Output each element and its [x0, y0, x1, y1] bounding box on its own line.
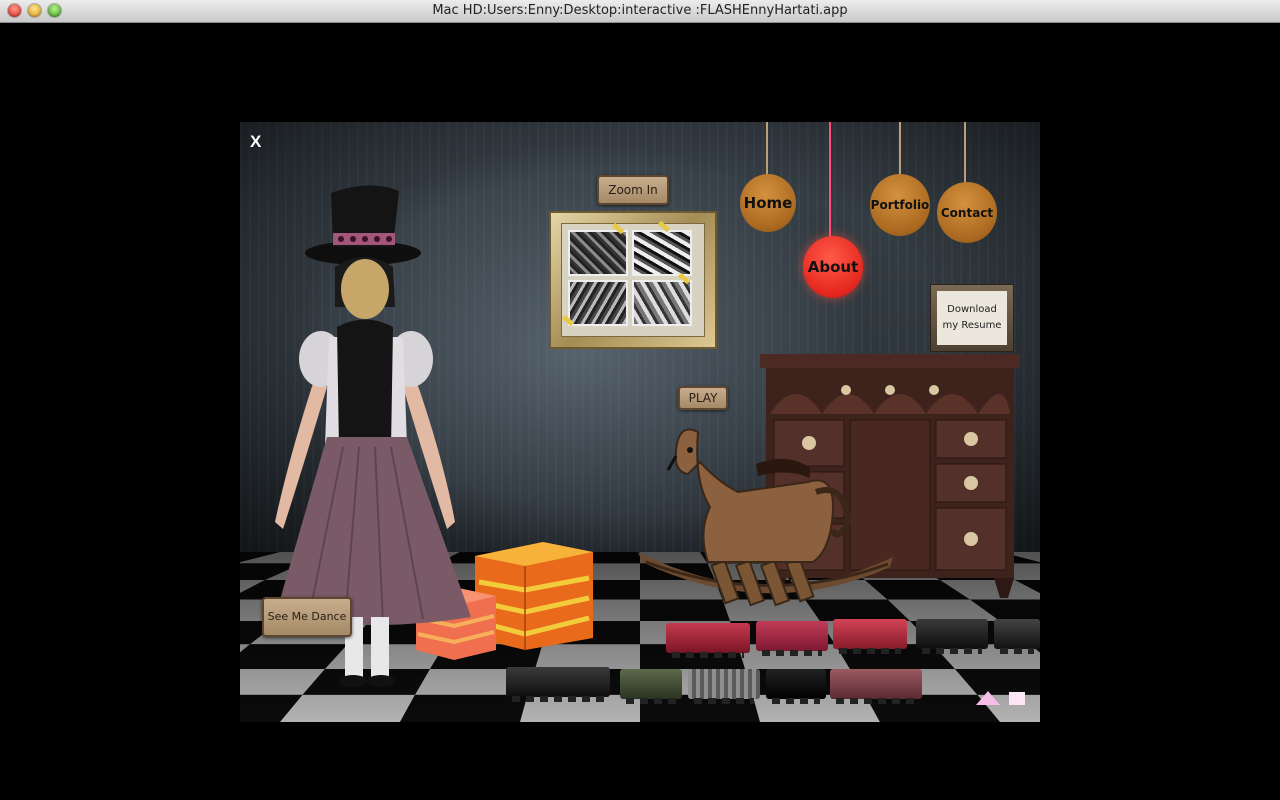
window-title: Mac HD:Users:Enny:Desktop:interactive :F… [432, 3, 848, 18]
nav-portfolio-ball[interactable]: Portfolio [870, 174, 930, 236]
nav-home-ball[interactable]: Home [740, 174, 796, 232]
photo [632, 230, 692, 276]
window-title-bar: Mac HD:Users:Enny:Desktop:interactive :F… [0, 0, 1280, 23]
train-car [916, 619, 988, 654]
resume-paper: Download my Resume [937, 291, 1007, 345]
flash-stage: X Zoom In Home About Portfolio Contact D… [240, 122, 1040, 722]
close-stage-button[interactable]: X [250, 132, 261, 152]
train-car [688, 669, 760, 704]
train-car [766, 669, 826, 704]
train-engine [506, 667, 610, 702]
photo [632, 280, 692, 326]
ball-string [899, 122, 901, 175]
resume-line-2: my Resume [942, 320, 1002, 331]
nav-contact-ball[interactable]: Contact [937, 182, 997, 243]
zoom-in-button[interactable]: Zoom In [597, 175, 669, 205]
train-car [666, 623, 750, 658]
download-resume-button[interactable]: Download my Resume [930, 284, 1014, 352]
train-car [833, 619, 907, 654]
resume-line-1: Download [947, 304, 997, 315]
see-me-dance-button[interactable]: See Me Dance [262, 597, 352, 637]
play-button[interactable]: PLAY [678, 386, 728, 410]
nav-about-ball[interactable]: About [803, 236, 863, 298]
train-car [620, 669, 682, 704]
ball-string [766, 122, 768, 175]
train-car [994, 619, 1040, 654]
photo-frame[interactable] [549, 211, 717, 349]
triangle-icon[interactable] [976, 691, 1000, 705]
ball-string [964, 122, 966, 182]
square-icon[interactable] [1009, 692, 1025, 705]
train-car [830, 669, 922, 704]
photo [568, 230, 628, 276]
photo [568, 280, 628, 326]
train-car [756, 621, 828, 656]
ball-string [829, 122, 831, 238]
photo-board [561, 220, 705, 337]
rocking-horse[interactable] [638, 412, 898, 617]
